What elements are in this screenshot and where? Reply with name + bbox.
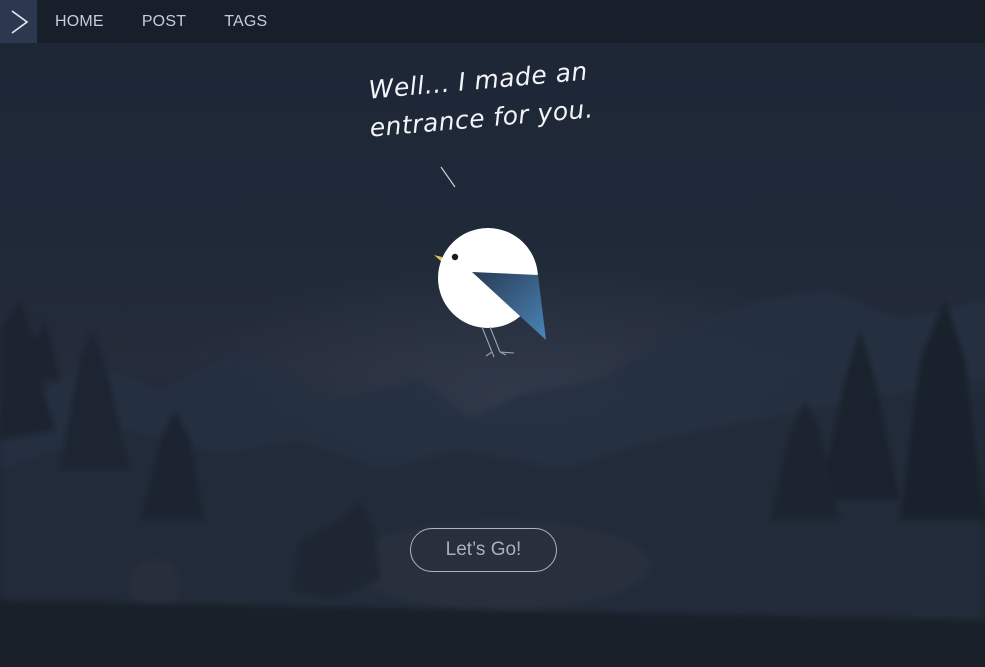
nav-links: HOME POST TAGS: [55, 13, 305, 31]
top-navbar: HOME POST TAGS: [0, 0, 985, 43]
nav-toggle-button[interactable]: [0, 0, 37, 43]
nav-link-tags[interactable]: TAGS: [224, 13, 267, 31]
bird-mascot: [434, 228, 546, 358]
landing-page: HOME POST TAGS Well... I made an entranc…: [0, 0, 985, 667]
chevron-right-icon: [11, 9, 28, 34]
lets-go-button[interactable]: Let’s Go!: [410, 528, 557, 572]
nav-link-home[interactable]: HOME: [55, 13, 104, 31]
nav-link-post[interactable]: POST: [142, 13, 186, 31]
